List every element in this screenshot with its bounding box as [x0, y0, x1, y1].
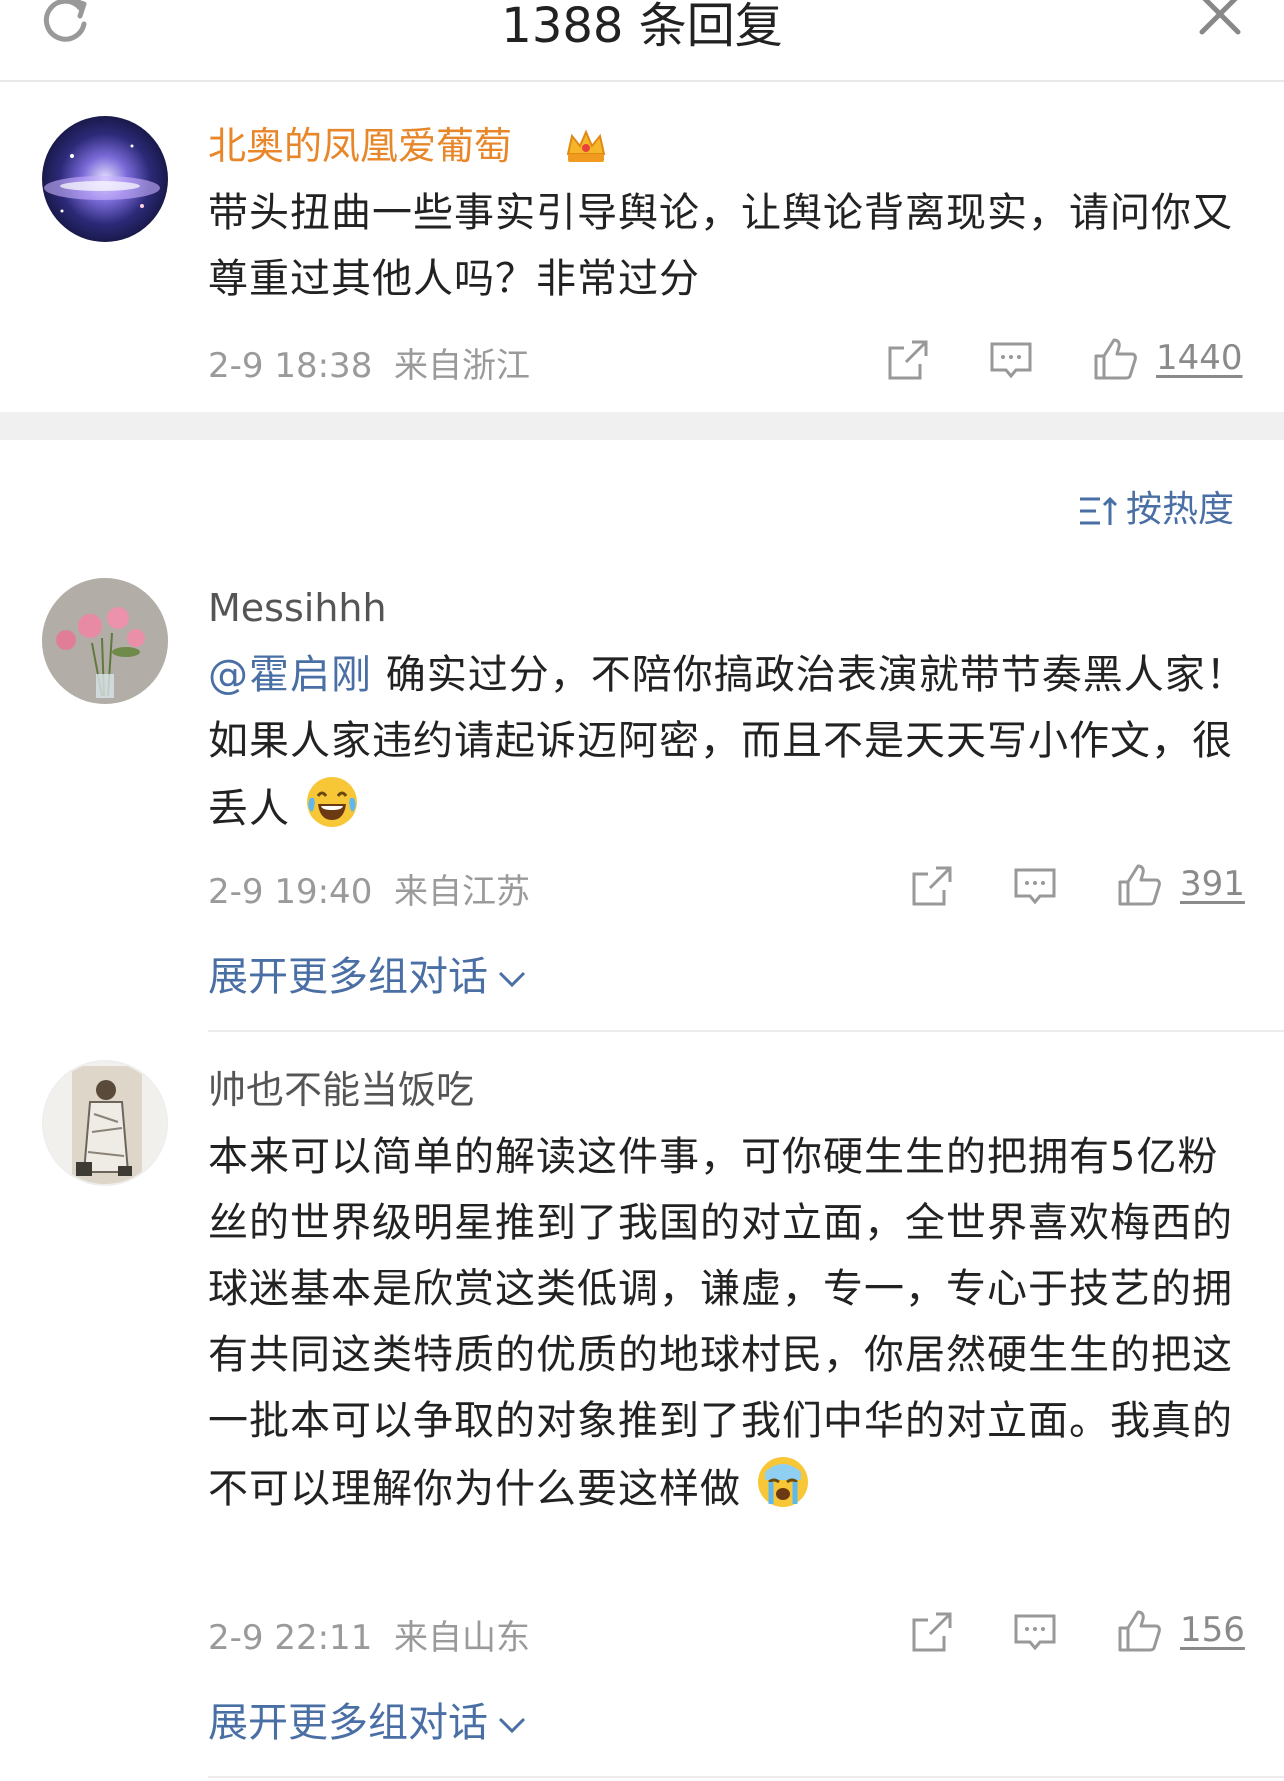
comment-meta: 2-9 22:11 来自山东: [208, 1610, 530, 1659]
header: 1388 条回复: [0, 0, 1284, 82]
share-icon[interactable]: [906, 1608, 956, 1658]
location: 来自山东: [393, 1618, 530, 1658]
username[interactable]: Messihhh: [208, 584, 387, 632]
comment-text: @霍启刚 确实过分，不陪你搞政治表演就带节奏黑人家！如果人家违约请起诉迈阿密，而…: [208, 642, 1248, 842]
like-count[interactable]: 391: [1180, 864, 1245, 904]
avatar[interactable]: [42, 116, 168, 242]
share-icon[interactable]: [882, 336, 932, 386]
like-count[interactable]: 156: [1180, 1610, 1245, 1650]
page-title: 1388 条回复: [501, 0, 783, 54]
sort-icon: [1080, 496, 1118, 525]
section-separator: [0, 412, 1284, 440]
avatar[interactable]: [42, 578, 168, 704]
comment-icon[interactable]: [1010, 862, 1060, 912]
crown-icon: [566, 129, 606, 162]
chevron-down-icon: [498, 971, 526, 988]
expand-label: 展开更多组对话: [208, 1700, 488, 1746]
location: 来自江苏: [393, 872, 530, 912]
timestamp: 2-9 22:11: [208, 1618, 373, 1658]
timestamp: 2-9 18:38: [208, 346, 373, 386]
like-icon[interactable]: [1090, 334, 1140, 384]
chevron-down-icon: [498, 1717, 526, 1734]
expand-conversation-link[interactable]: 展开更多组对话: [208, 1690, 528, 1748]
close-icon[interactable]: [1196, 0, 1244, 42]
comment-icon[interactable]: [1010, 1608, 1060, 1658]
comment-body: 本来可以简单的解读这件事，可你硬生生的把拥有5亿粉丝的世界级明星推到了我国的对立…: [208, 1134, 1233, 1512]
sort-button[interactable]: 按热度: [1078, 480, 1234, 532]
like-icon[interactable]: [1114, 1606, 1164, 1656]
divider: [208, 1776, 1284, 1778]
share-icon[interactable]: [906, 862, 956, 912]
divider: [208, 1030, 1284, 1032]
expand-label: 展开更多组对话: [208, 954, 488, 1000]
comment-text: 本来可以简单的解读这件事，可你硬生生的把拥有5亿粉丝的世界级明星推到了我国的对立…: [208, 1124, 1248, 1522]
like-icon[interactable]: [1114, 860, 1164, 910]
comment-text: 带头扭曲一些事实引导舆论，让舆论背离现实，请问你又尊重过其他人吗？非常过分: [208, 190, 1233, 302]
expand-conversation-link[interactable]: 展开更多组对话: [208, 944, 528, 1002]
location: 来自浙江: [393, 346, 530, 386]
laughing-crying-emoji: [306, 777, 357, 827]
timestamp: 2-9 19:40: [208, 872, 373, 912]
like-count[interactable]: 1440: [1156, 338, 1243, 378]
username[interactable]: 帅也不能当饭吃: [208, 1066, 474, 1114]
sort-label: 按热度: [1126, 489, 1235, 530]
comment-meta: 2-9 19:40 来自江苏: [208, 864, 530, 913]
comment-icon[interactable]: [986, 336, 1036, 386]
crying-emoji: [757, 1457, 808, 1507]
username[interactable]: 北奥的凤凰爱葡萄: [208, 122, 512, 170]
avatar[interactable]: [42, 1060, 168, 1186]
comment-meta: 2-9 18:38 来自浙江: [208, 338, 530, 387]
mention-link[interactable]: @霍启刚: [208, 652, 372, 698]
